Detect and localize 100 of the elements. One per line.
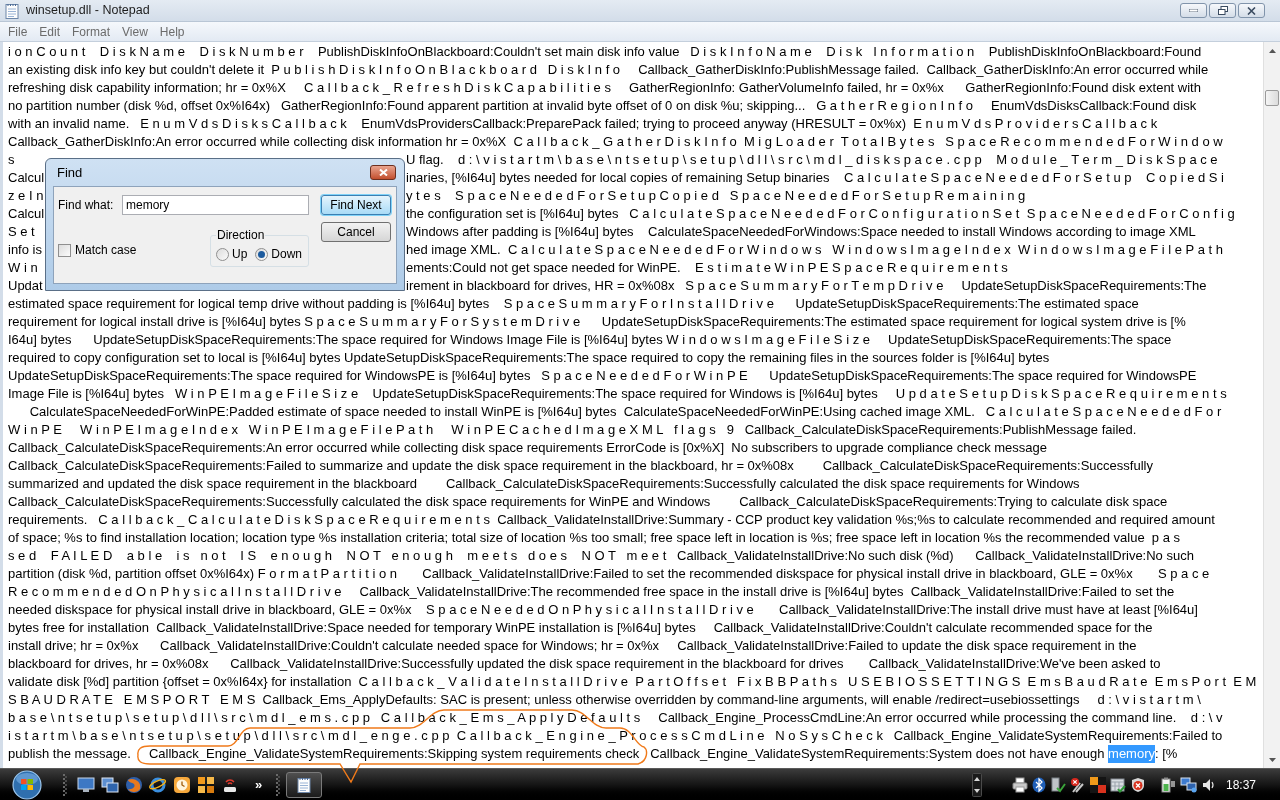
checkbox-label: Match case — [75, 242, 137, 259]
text-line: the configuration set is [%I64u] bytes C a l c u l a t e S p a c e N e e d e d F o r C o n f i g u r a t i o n S e t S p a c e N e e d e d F o r C o n f i g — [406, 206, 1235, 221]
text-line: ements:Could not get space needed for WinPE. E s t i m a t e W i n P E S p a c e R e q u i r e m e n t s — [406, 260, 1008, 275]
text-line: W i n — [8, 260, 38, 275]
network-icon[interactable] — [1179, 776, 1198, 793]
text-line: Calcul — [8, 206, 45, 221]
notepad-icon — [297, 776, 312, 793]
text-line: Windows after padding is [%I64u] bytes CalculateSpaceNeededForWindows:Space needed to install Windows according to image XML — [406, 224, 1196, 239]
text-line: requirement for logical install drive is [%I64u] bytes S p a c e S u m m a r y F o r S y s t e m D r i v e UpdateSetupDiskSpaceRequirements:The estimated space requirement for logical system drive is [% — [8, 314, 1186, 329]
cable-cross-icon[interactable] — [1069, 776, 1086, 793]
text-line: partition (disk %d, partition offset 0x%I64x) F o r m a t P a r t i t i o n Callback_ValidateInstallDrive:Failed to set the recommended diskspace for physical install drive in blackboard, GLE = 0x%x S p a c e — [8, 566, 1210, 581]
overflow-chevron[interactable]: » — [255, 774, 263, 795]
close-icon — [378, 169, 388, 176]
menu-item[interactable]: Edit — [39, 22, 61, 41]
text-line: : [% — [1155, 745, 1178, 763]
radio-button[interactable] — [216, 247, 229, 261]
text-line: estimated space requirement for logical temp drive without padding is [%I64u] bytes S p a c e S u m m a r y F o r I n s t a l l D r i v e UpdateSetupDiskSpaceRequirements:The estimated space — [8, 296, 1139, 311]
direction-label: Direction — [216, 229, 266, 241]
calendar-check-icon[interactable] — [1109, 776, 1126, 793]
grip-icon — [63, 773, 67, 796]
text-line: an existing disk info key but couldn't delete it P u b l i s h D i s k I n f o O n B l a c k b o a r d D i s k I n f o Callback_GatherDiskInfo:PublishMessage failed. Callback_GatherDiskInfo:An error occurred while — [8, 62, 1209, 77]
shield-cross-icon[interactable] — [1129, 776, 1146, 793]
find-what-label: Find what: — [58, 197, 115, 214]
text-line: inaries, [%I64u] bytes needed for local copies of remaining Setup binaries C a l c u l a t e S p a c e N e e d e d F o r S e t u p C o p i e d S i — [406, 170, 1224, 185]
text-line: irement in blackboard for drives, HR = 0x%08x S p a c e S u m m a r y F o r T e m p D r i v e UpdateSetupDiskSpaceRequirements:The — [406, 278, 1207, 293]
radio-button[interactable] — [255, 247, 269, 261]
checkbox[interactable] — [58, 243, 71, 257]
window-title: winsetup.dll - Notepad — [26, 2, 150, 20]
text-line: of space; %s to find installation location; location type %s installation criteria; total size of location %s too small; free space left in location is %s; free space left in location %s the recommended value p a s — [8, 530, 1181, 545]
menu-item[interactable]: File — [8, 22, 28, 41]
text-line: S B A U D R A T E E M S P O R T E M S Callback_Ems_ApplyDefaults: SAC is present; unless otherwise overridden by command-line arguments, will enable /redirect=usebiossettings d : \ v i s t a r t m \ — [8, 692, 1201, 707]
radio-label: Up — [232, 246, 248, 263]
text-line: with an invalid name. E n u m V d s D i s k s C a l l b a c k EnumVdsProvidersCallback:PreparePack failed; trying to proceed anyway (HRESULT = 0x%x) E n u m V d s P r o v i d e r s C a l l b a c k — [8, 116, 1158, 131]
text-line: Callback_GatherDiskInfo:An error occurred while collecting disk information hr = 0x%X C a l l b a c k _ G a t h e r D i s k I n f o M i g L o a d e r T o t a l B y t e s S p a c e R e c o m m e n d e d F o r W i n d o w — [8, 134, 1223, 149]
restore-icon — [1217, 6, 1228, 15]
find-what-field[interactable]: memory — [122, 195, 309, 215]
text-line: UpdateSetupDiskSpaceRequirements:The space required for WindowsPE is [%I64u] bytes S p a c e N e e d e d F o r W i n P E UpdateSetupDiskSpaceRequirements:The space required for WindowsPE — [8, 368, 1197, 383]
selected-text: memory — [1108, 745, 1155, 763]
text-line: no partition number (disk %d, offset 0x%I64x) GatherRegionInfo:Found apparent partition at invalid byte offset of 0 on disk %u; skipping... G a t h e r R e g i o n I n f o EnumVdsDisksCallback:Found disk — [8, 98, 1197, 113]
clock[interactable]: 18:37 — [1225, 775, 1256, 794]
text-line: Updat — [8, 278, 43, 293]
text-line: install drive; hr = 0x%x Callback_ValidateInstallDrive:Couldn't calculate needed space for Windows; hr = 0x%x Callback_ValidateInstallDrive:Failed to update the disk space requirement in the — [8, 638, 1137, 653]
start-orb-icon — [12, 769, 42, 800]
close-button[interactable] — [370, 165, 396, 180]
ring-globe-icon[interactable] — [149, 775, 167, 794]
scroll-thumb[interactable] — [1265, 90, 1279, 106]
tower-check-icon[interactable] — [1049, 776, 1066, 793]
text-line: I64u] bytes UpdateSetupDiskSpaceRequirements:The space required for Windows Image File is [%I64u] bytes W i n d o w s I m a g e F i l e S i z e UpdateSetupDiskSpaceRequirements:The space — [8, 332, 1172, 347]
text-line: y t e s S p a c e N e e d e d F o r S e t u p C o p i e d S p a c e N e e d e d F o r S e t u p R e m a i n i n g — [406, 188, 1026, 203]
monitor-icon[interactable] — [77, 776, 95, 793]
text-line: summarized and updated the disk space requirement in the blackboard Callback_CalculateDiskSpaceRequirements:Successfully calculated the disk space requirements for Windows — [8, 476, 1080, 491]
down-arrow-icon[interactable] — [1268, 757, 1276, 762]
grip-icon — [276, 773, 281, 796]
text-line: bytes free for installation Callback_ValidateInstallDrive:Space needed for temporary WinPE installation is [%I64u] bytes Callback_ValidateInstallDrive:Couldn't calculate recommended space for the — [8, 620, 1153, 635]
text-line: z e I n — [8, 188, 44, 203]
text-line: publish the message. Callback_Engine_ValidateSystemRequirements:Skipping system requirements check Callback_Engine_ValidateSystemRequirements:System does not have enough — [8, 745, 1106, 763]
close-window-button[interactable] — [1238, 3, 1265, 18]
text-line: W i n P E W i n P E I m a g e I n d e x W i n P E I m a g e F i l e P a t h W i n P E C a c h e d I m a g e X M L f l a g s 9 Callback_CalculateDiskSpaceRequirements:PublishMessage failed. — [8, 422, 1137, 437]
text-line: validate disk [%d] partition {offset = 0x%I64x} for installation C a l l b a c k _ V a l i d a t e I n s t a l l D r i v e P a r t O f f s e t F i x B B P a t h s U S E B I O S S E T T I N G S E m s B a u d R a t e E m s P o r t E M — [8, 674, 1257, 689]
menu-item[interactable]: Help — [159, 22, 185, 41]
text-line: b a s e \ n t s e t u p \ s e t u p \ d l l \ s r c \ m d l _ e m s . c p p C a l l b a c k _ E m s _ A p p l y D e f a u l t s Callback_Engine_ProcessCmdLine:An error occurred while processing the command line. d : \ v — [8, 710, 1223, 725]
windows-stack-icon[interactable] — [101, 776, 119, 793]
text-line: Callback_CalculateDiskSpaceRequirements:Successfully calculated the disk space requirements for WinPE and Windows Callback_CalculateDiskSpaceRequirements:Trying to calculate disk space — [8, 494, 1168, 509]
text-line: S e t — [8, 224, 35, 239]
restore-button[interactable] — [1209, 3, 1236, 18]
text-line: i o n C o u n t D i s k N a m e D i s k N u m b e r PublishDiskInfoOnBlackboard:Couldn't set main disk info value D i s k I n f o N a m e D i s k I n f o r m a t i o n PublishDiskInfoOnBlackboard:Found — [8, 44, 1202, 59]
dialog-button[interactable]: Find Next — [321, 195, 391, 215]
text-line: Callback_CalculateDiskSpaceRequirements:An error occurred while collecting disk space requirements ErrorCode is [0x%X] No subscribers to upgrade compliance check message — [8, 440, 1048, 455]
taskbar-button[interactable] — [286, 771, 323, 798]
menu-item[interactable]: Format — [72, 22, 111, 41]
text-line: blackboard for drives, hr = 0x%08x Callback_ValidateInstallDrive:Successfully updated the disk space requirement in the blackboard for drives Callback_ValidateInstallDrive:We've been asked to — [8, 656, 1161, 671]
grid-icon[interactable] — [197, 775, 215, 794]
text-line: CalculateSpaceNeededForWinPE:Padded estimate of space needed to install WinPE is [%I64u] bytes CalculateSpaceNeededForWinPE:Using cached image XML. C a l c u l a t e S p a c e N e e d e d F o r — [28, 404, 1222, 419]
close-icon — [1247, 6, 1256, 15]
bluetooth-icon[interactable] — [1031, 776, 1046, 793]
text-line: refreshing disk capability information; hr = 0x%X C a l l b a c k _ R e f r e s h D i s k C a p a b i l i t i e s GatherRegionInfo: GatherVolumeInfo failed, hr = 0x%x GatherRegionInfo:Found disk extent with — [8, 80, 1201, 95]
text-line: U flag. d : \ v i s t a r t m \ b a s e \ n t s e t u p \ s e t u p \ d l l \ s r c \ m d l _ d i s k s p a c e . c p p M o d u l e _ T e r m _ D i s k S p a c e — [406, 152, 1218, 167]
text-line: s — [8, 152, 15, 167]
minimize-icon — [1189, 9, 1198, 12]
text-line: info is — [8, 242, 42, 257]
text-line: Calcul — [8, 170, 45, 185]
scroll-arrows-icon[interactable] — [971, 772, 982, 797]
text-line: requirements. C a l l b a c k _ C a l c u l a t e D i s k S p a c e R e q u i r e m e n t s Callback_ValidateInstallDrive:Summary - CCP product key validation %s;%s to calculate recommended and required amount — [8, 512, 1215, 527]
text-line: needed diskspace for physical install drive in blackboard, GLE = 0x%x S p a c e N e e d e d O n P h y s i c a l I n s t a l l D r i v e Callback_ValidateInstallDrive:The install drive must have at least [%I64u] — [8, 602, 1198, 617]
battery-icon[interactable] — [1159, 776, 1176, 793]
clock-icon[interactable] — [173, 775, 191, 794]
dialog-button[interactable]: Cancel — [321, 222, 391, 242]
menu-item[interactable]: View — [122, 22, 148, 41]
up-arrow-icon[interactable] — [1268, 48, 1276, 53]
text-line: s e d F A I L E D a b l e i s n o t I S e n o u g h N O T e n o u g h m e e t s d o e s N O T m e e t Callback_ValidateInstallDrive:No such disk (%d) Callback_ValidateInstallDrive:No such — [8, 548, 1194, 563]
text-line: required to copy configuration set to local is [%I64u] bytes UpdateSetupDiskSpaceRequirements:The space required to copy the remaining files in the sources folder is [%I64u] bytes — [8, 350, 1050, 365]
notepad-icon — [5, 2, 19, 19]
dialog-title: Find — [57, 163, 83, 182]
text-line: Callback_CalculateDiskSpaceRequirements:Failed to summarize and update the disk space requirement in the blackboard, hr = 0x%08x Callback_CalculateDiskSpaceRequirements:Successfully — [8, 458, 1153, 473]
radio-label: Down — [271, 246, 303, 263]
text-line: Image File is [%I64u] bytes W i n P E I m a g e F i l e S i z e UpdateSetupDiskSpaceRequirements:The space required for Windows is [%I64u] bytes U p d a t e S e t u p D i s k S p a c e R e q u i r e m e n t s — [8, 386, 1227, 401]
text-line: hed image XML. C a l c u l a t e S p a c e N e e d e d F o r W i n d o w s W i n d o w s I m a g e I n d e x W i n d o w s I m a g e F i l e P a t h — [406, 242, 1223, 257]
printer-icon[interactable] — [1011, 776, 1028, 793]
color-squares-icon[interactable] — [1089, 776, 1106, 793]
globe-icon[interactable] — [125, 775, 143, 794]
